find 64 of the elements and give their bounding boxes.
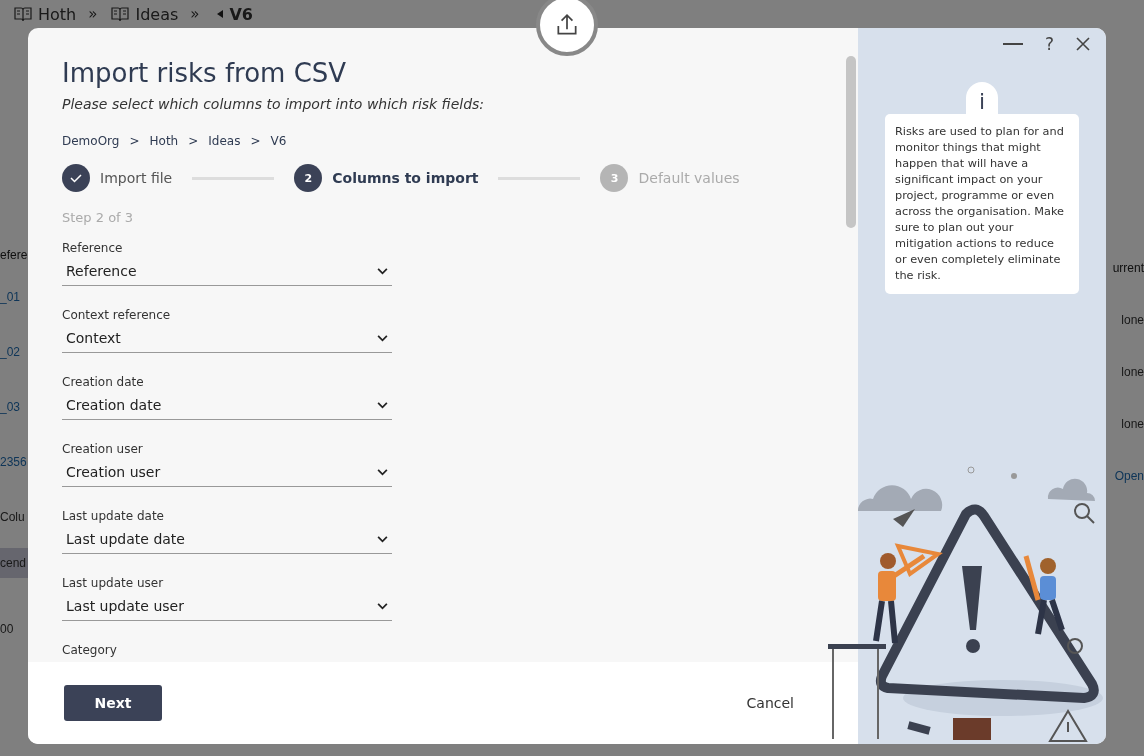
minimize-icon[interactable] — [1002, 43, 1023, 45]
step-label: Columns to import — [332, 170, 479, 186]
table-cell-text: 00 — [0, 621, 15, 638]
column-select[interactable]: Creation user — [62, 460, 392, 487]
help-button[interactable]: ? — [1044, 34, 1054, 54]
field-label: Creation date — [62, 375, 145, 389]
info-icon: i — [966, 82, 998, 114]
book-icon — [14, 6, 32, 22]
path-item[interactable]: Ideas — [208, 134, 241, 148]
field-label: Context reference — [62, 308, 172, 322]
column-select[interactable]: Last update date — [62, 527, 392, 554]
breadcrumb-link[interactable]: Ideas — [135, 4, 179, 24]
step-number: 3 — [600, 164, 629, 192]
column-select[interactable]: Creation date — [62, 393, 392, 420]
chevron-down-icon — [377, 334, 388, 342]
info-text: Risks are used to plan for and monitor things that might happen that will have a significant impact on your project, programme or even across the organisation. Make sure to plan out your mitigation actions to reduce or even completely eliminate the risk. — [885, 114, 1079, 294]
share-button[interactable] — [536, 0, 598, 56]
breadcrumb-separator: » — [88, 5, 98, 23]
table-cell-text: _01 — [0, 289, 22, 306]
path-separator: > — [129, 134, 140, 148]
book-icon — [111, 6, 130, 22]
table-cell-text: _02 — [0, 344, 22, 361]
step-number: 2 — [294, 164, 323, 192]
breadcrumb-current: V6 — [229, 4, 253, 24]
path-item[interactable]: V6 — [270, 134, 287, 148]
table-cell-text: lone — [1121, 364, 1144, 381]
table-cell-text: lone — [1121, 312, 1144, 329]
scrollbar-thumb[interactable] — [846, 56, 856, 228]
breadcrumb-link[interactable]: Hoth — [38, 4, 77, 24]
table-cell-text: lone — [1121, 416, 1144, 433]
step-label: Import file — [100, 170, 173, 186]
chevron-down-icon — [377, 468, 388, 476]
field-label: Last update date — [62, 509, 165, 523]
chevron-down-icon — [377, 267, 388, 275]
path-item[interactable]: DemoOrg — [62, 134, 120, 148]
chevron-down-icon — [377, 602, 388, 610]
close-icon[interactable] — [1076, 37, 1090, 51]
dialog-title: Import risks from CSV — [62, 58, 348, 88]
column-select[interactable]: Last update user — [62, 594, 392, 621]
table-cell-text: _03 — [0, 399, 22, 416]
breadcrumb-separator: » — [190, 5, 200, 23]
step-counter: Step 2 of 3 — [62, 210, 135, 225]
column-select[interactable]: Context — [62, 326, 392, 353]
share-icon — [554, 12, 580, 38]
cancel-button[interactable]: Cancel — [740, 694, 800, 712]
field-label: Last update user — [62, 576, 165, 590]
column-select[interactable]: Reference — [62, 259, 392, 286]
caret-icon — [217, 10, 224, 18]
next-button[interactable]: Next — [64, 685, 162, 721]
chevron-down-icon — [377, 535, 388, 543]
step-label: Default values — [638, 170, 740, 186]
table-cell-text: Open — [1114, 468, 1144, 485]
field-label: Reference — [62, 241, 124, 255]
field-label: Creation user — [62, 442, 144, 456]
table-cell-text: urrent — [1112, 260, 1144, 277]
chevron-down-icon — [377, 401, 388, 409]
path-separator: > — [188, 134, 199, 148]
table-cell-text: 2356 — [0, 454, 28, 471]
field-label: Category — [62, 643, 118, 657]
path-separator: > — [250, 134, 261, 148]
table-cell-text: efere — [0, 247, 29, 264]
path-item[interactable]: Hoth — [149, 134, 179, 148]
dialog-subtitle: Please select which columns to import into which risk fields: — [62, 96, 486, 112]
table-cell-text: Colu — [0, 509, 26, 526]
